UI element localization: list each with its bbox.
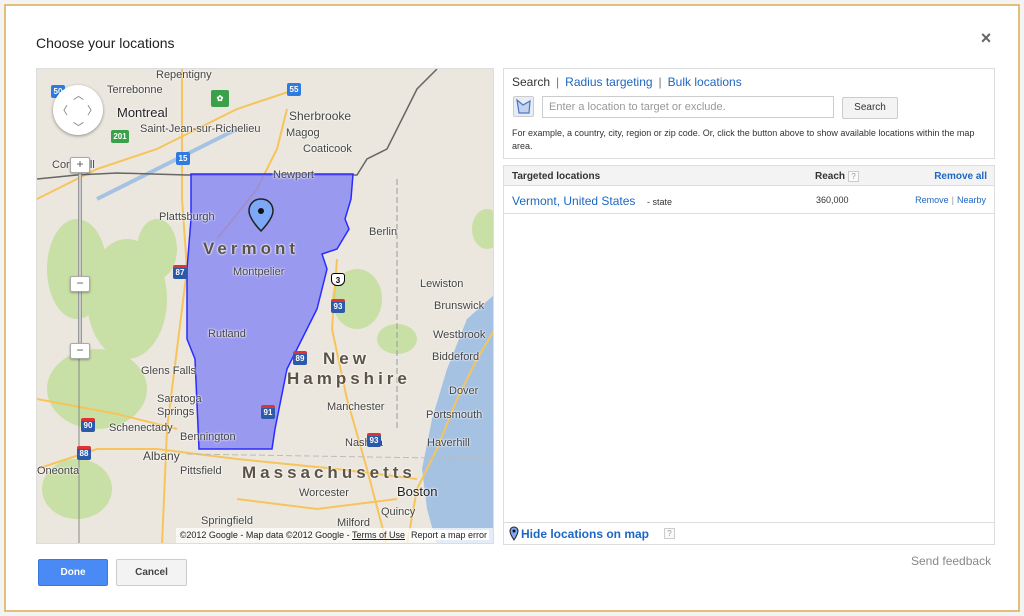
pan-left-icon[interactable]: 〈 — [57, 102, 68, 118]
map-label-city: Newport — [273, 169, 314, 181]
reach-label: Reach — [815, 171, 846, 183]
search-button[interactable]: Search — [842, 97, 898, 119]
send-feedback-link[interactable]: Send feedback — [911, 554, 991, 568]
close-icon[interactable]: × — [978, 29, 994, 47]
nearby-link[interactable]: Nearby — [957, 195, 986, 205]
pan-down-icon[interactable]: ﹀ — [73, 119, 84, 135]
map-label-city: Biddeford — [432, 351, 480, 363]
remove-link[interactable]: Remove — [915, 195, 949, 205]
highway-shield: 3 — [331, 273, 345, 286]
map-label-city: Glens Falls — [141, 365, 197, 377]
done-button[interactable]: Done — [38, 559, 108, 586]
zoom-slider-track[interactable] — [78, 169, 82, 354]
pan-right-icon[interactable]: 〉 — [87, 102, 98, 118]
search-tabs: Search | Radius targeting | Bulk locations — [512, 75, 742, 89]
pan-control[interactable]: ︿ ﹀ 〈 〉 — [53, 85, 103, 135]
zoom-in-button[interactable]: + — [70, 157, 90, 173]
pan-up-icon[interactable]: ︿ — [73, 87, 84, 103]
location-name-link[interactable]: Vermont, United States — [512, 194, 635, 208]
highway-shield: 15 — [176, 152, 190, 165]
map-label-city: Terrebonne — [107, 84, 163, 96]
map-label-state: Vermont — [203, 239, 300, 258]
header-targeted-locations: Targeted locations — [512, 171, 601, 182]
hide-locations-on-map-link[interactable]: Hide locations on map — [521, 527, 649, 541]
tab-search[interactable]: Search — [512, 75, 550, 89]
map-label-city: Springfield — [201, 515, 253, 527]
highway-shield: 55 — [287, 83, 301, 96]
map-label-city: Montreal — [117, 105, 168, 120]
show-map-locations-button[interactable] — [513, 96, 534, 117]
dialog-title: Choose your locations — [36, 35, 175, 51]
map-label-city: Quincy — [381, 506, 416, 518]
highway-shield: 93 — [367, 433, 381, 447]
map-label-city: Berlin — [369, 226, 398, 238]
map-label-city: Pittsfield — [180, 465, 222, 477]
map-label-city: Haverhill — [427, 437, 470, 449]
map-label-city: Brunswick — [434, 300, 485, 312]
help-icon[interactable]: ? — [848, 171, 860, 182]
tab-bulk-locations[interactable]: Bulk locations — [668, 75, 742, 89]
map-label-city: Magog — [286, 127, 320, 139]
polygon-icon — [516, 98, 531, 114]
action-separator: | — [951, 195, 954, 205]
maple-leaf-icon: ✿ — [211, 90, 229, 107]
help-icon[interactable]: ? — [664, 528, 675, 539]
tab-separator: | — [556, 75, 560, 89]
map-label-city: Schenectady — [109, 422, 173, 434]
terms-of-use-link[interactable]: Terms of Use — [352, 530, 405, 540]
map-label-city: Sherbrooke — [289, 109, 352, 123]
map-pin-icon — [509, 526, 519, 541]
location-type: - state — [647, 197, 673, 207]
zoom-slider-handle[interactable]: − — [70, 276, 90, 292]
highway-shield: 89 — [293, 351, 307, 365]
header-reach: Reach? — [815, 171, 860, 183]
location-search-input[interactable] — [542, 96, 834, 118]
targets-table-header: Targeted locations Reach? Remove all — [504, 166, 994, 186]
map-label-city: Dover — [449, 385, 479, 397]
zoom-out-button[interactable]: − — [70, 343, 90, 359]
cancel-button[interactable]: Cancel — [116, 559, 187, 586]
search-hint: For example, a country, city, region or … — [512, 128, 975, 151]
map-label-city: Repentigny — [156, 69, 212, 81]
map-label-city: Albany — [143, 449, 180, 463]
map-label-city: Boston — [397, 484, 438, 499]
highway-shield: 91 — [261, 405, 275, 419]
targeted-locations-panel: Targeted locations Reach? Remove all Ver… — [503, 165, 995, 545]
highway-shield: 93 — [331, 299, 345, 313]
table-row: Vermont, United States - state 360,000 R… — [504, 187, 994, 214]
map-label-state: Hampshire — [287, 369, 411, 388]
highway-shield: 201 — [111, 130, 129, 143]
map-label-city: Oneonta — [37, 465, 80, 477]
targets-footer: Hide locations on map ? — [504, 522, 994, 544]
row-actions: Remove | Nearby — [915, 195, 986, 205]
map-label-city: Portsmouth — [426, 409, 483, 421]
tab-separator: | — [658, 75, 662, 89]
map-label-city: Plattsburgh — [159, 211, 215, 223]
map-label-city: Lewiston — [420, 278, 464, 290]
map-attribution: ©2012 Google - Map data ©2012 Google - T… — [175, 528, 493, 543]
highway-shield: 90 — [81, 418, 95, 432]
report-map-error-link[interactable]: Report a map error — [408, 530, 489, 540]
map-label-state: New — [323, 349, 370, 368]
map-label-state: Massachusetts — [242, 463, 416, 482]
map-label-city: Montpelier — [233, 266, 285, 278]
highway-shield: 87 — [173, 265, 187, 279]
location-reach: 360,000 — [816, 195, 849, 205]
choose-locations-dialog: Choose your locations × Repentigny Terre… — [4, 4, 1020, 612]
map-label-city: Rutland — [208, 328, 246, 340]
map-label-city: Saint-Jean-sur-Richelieu — [140, 123, 261, 135]
highway-shield: 88 — [77, 446, 91, 460]
map-label-city: Westbrook — [433, 329, 486, 341]
map-view[interactable]: Repentigny Terrebonne Montreal Saint-Jea… — [36, 68, 494, 544]
map-label-city: Worcester — [299, 487, 349, 499]
attribution-text: ©2012 Google - Map data ©2012 Google - — [179, 530, 352, 540]
map-label-city: Bennington — [180, 431, 236, 443]
map-label-city: Coaticook — [303, 143, 352, 155]
remove-all-link[interactable]: Remove all — [934, 171, 987, 182]
location-search-panel: Search | Radius targeting | Bulk locations S… — [503, 68, 995, 159]
tab-radius-targeting[interactable]: Radius targeting — [565, 75, 652, 89]
map-label-city: Saratoga Springs — [157, 393, 202, 418]
map-label-city: Manchester — [327, 401, 385, 413]
